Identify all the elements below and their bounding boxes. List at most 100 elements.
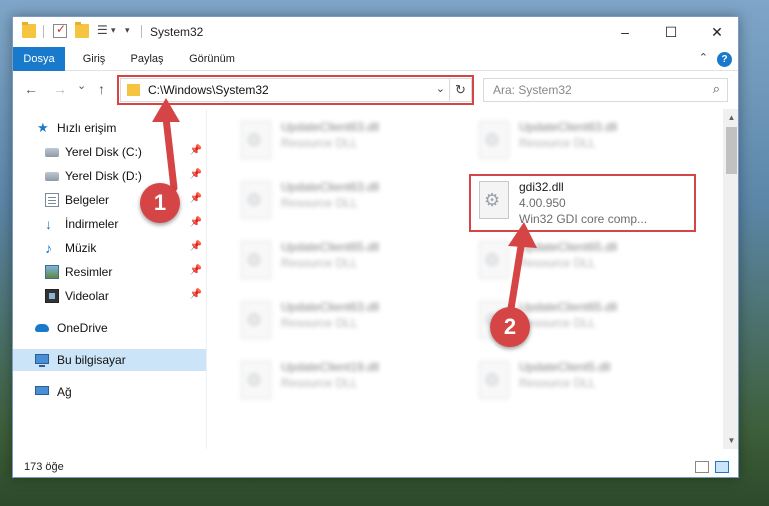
star-icon: ★ (37, 120, 49, 135)
customize-qat-icon[interactable]: ▾ (125, 25, 130, 36)
file-description: Resource DLL (519, 136, 596, 150)
videos-icon (45, 289, 59, 303)
new-folder-icon[interactable] (75, 22, 89, 38)
list-item[interactable]: UpdateClient63.dll Resource DLL (235, 177, 445, 229)
dll-file-icon (241, 241, 271, 279)
ribbon-tabs: Dosya Giriş Paylaş Görünüm ⌃ ? (13, 47, 738, 71)
title-bar: ☰ ▾ ▾ System32 – ☐ ✕ (13, 17, 738, 47)
status-bar: 173 öğe (13, 457, 738, 477)
sidebar-item-this-pc[interactable]: Bu bilgisayar (13, 349, 206, 371)
dll-file-icon (241, 121, 271, 159)
file-name: UpdateClient65.dll (281, 240, 380, 254)
qat-separator (43, 25, 44, 38)
dll-file-icon (479, 121, 509, 159)
sidebar-item-label: Resimler (65, 265, 113, 279)
file-description: Resource DLL (281, 376, 358, 390)
pictures-icon (45, 265, 59, 279)
forward-button[interactable]: → (53, 81, 67, 97)
up-button[interactable]: ↑ (98, 81, 105, 97)
sidebar-item-videos[interactable]: Videolar 📌 (13, 285, 206, 307)
collapse-ribbon-icon[interactable]: ⌃ (699, 51, 708, 64)
list-item[interactable]: UpdateClient5.dll Resource DLL (473, 357, 683, 409)
search-icon[interactable]: ⌕ (713, 81, 720, 97)
sidebar-item-label: İndirmeler (65, 217, 119, 231)
scroll-down-arrow[interactable]: ▼ (723, 432, 738, 449)
rename-icon[interactable]: ☰ (97, 23, 108, 37)
documents-icon (45, 193, 59, 207)
file-description: Resource DLL (519, 376, 596, 390)
pin-icon[interactable]: 📌 (190, 289, 202, 300)
cloud-icon (35, 324, 49, 332)
sidebar-item-disk-d[interactable]: Yerel Disk (D:) 📌 (13, 165, 206, 187)
details-view-icon[interactable] (695, 461, 709, 473)
file-name: UpdateClient63.dll (281, 180, 380, 194)
tab-dosya[interactable]: Dosya (13, 47, 65, 71)
window-title: System32 (150, 25, 204, 39)
search-input[interactable]: Ara: System32 (493, 83, 572, 97)
scrollbar-thumb[interactable] (726, 127, 737, 174)
qat-dropdown-icon[interactable]: ▾ (111, 25, 116, 36)
sidebar-item-network[interactable]: Ağ (13, 381, 206, 403)
sidebar-item-label: Yerel Disk (C:) (65, 145, 142, 159)
file-description: Resource DLL (281, 256, 358, 270)
list-item[interactable]: UpdateClient63.dll Resource DLL (473, 117, 683, 169)
maximize-button[interactable]: ☐ (648, 17, 694, 47)
list-item[interactable]: UpdateClient63.dll Resource DLL (235, 117, 445, 169)
sidebar-item-downloads[interactable]: ↓ İndirmeler 📌 (13, 213, 206, 235)
file-description: Resource DLL (281, 316, 358, 330)
list-item[interactable]: UpdateClient19.dll Resource DLL (235, 357, 445, 409)
network-icon (35, 386, 49, 395)
minimize-button[interactable]: – (602, 17, 648, 47)
properties-icon[interactable] (53, 22, 67, 38)
pin-icon[interactable]: 📌 (190, 145, 202, 156)
file-description: Resource DLL (281, 196, 358, 210)
music-icon: ♪ (45, 240, 52, 256)
sidebar-item-music[interactable]: ♪ Müzik 📌 (13, 237, 206, 259)
large-icons-view-icon[interactable] (715, 461, 729, 473)
pin-icon[interactable]: 📌 (190, 241, 202, 252)
file-name: UpdateClient65.dll (519, 240, 618, 254)
sidebar-item-label: Videolar (65, 289, 109, 303)
list-item[interactable]: UpdateClient65.dll Resource DLL (235, 237, 445, 289)
dll-file-icon (241, 301, 271, 339)
navigation-pane: ★ Hızlı erişim Yerel Disk (C:) 📌 Yerel D… (13, 109, 206, 449)
title-separator (141, 25, 142, 38)
list-item[interactable]: UpdateClient63.dll Resource DLL (235, 297, 445, 349)
file-name: UpdateClient19.dll (281, 360, 380, 374)
pin-icon[interactable]: 📌 (190, 169, 202, 180)
file-description: Resource DLL (519, 316, 596, 330)
pin-icon[interactable]: 📌 (190, 265, 202, 276)
scroll-up-arrow[interactable]: ▲ (723, 109, 738, 126)
back-button[interactable]: ← (24, 81, 38, 97)
sidebar-item-label: Hızlı erişim (57, 121, 117, 135)
sidebar-item-label: Müzik (65, 241, 97, 255)
dll-file-icon (479, 361, 509, 399)
sidebar-item-onedrive[interactable]: OneDrive (13, 317, 206, 339)
tab-gorunum[interactable]: Görünüm (179, 47, 245, 71)
file-name: UpdateClient65.dll (519, 300, 618, 314)
address-highlight-box (117, 75, 474, 105)
pin-icon[interactable]: 📌 (190, 217, 202, 228)
recent-locations-icon[interactable]: ⌄ (77, 79, 86, 92)
file-description: Resource DLL (519, 256, 596, 270)
file-description: Resource DLL (281, 136, 358, 150)
sidebar-item-quick-access[interactable]: ★ Hızlı erişim (13, 117, 206, 139)
vertical-scrollbar[interactable]: ▲ ▼ (723, 109, 738, 449)
computer-icon (35, 354, 49, 367)
list-item[interactable]: UpdateClient65.dll Resource DLL (473, 237, 683, 289)
folder-icon[interactable] (22, 22, 36, 38)
step-2-badge: 2 (490, 307, 530, 347)
help-icon[interactable]: ? (717, 52, 732, 67)
close-button[interactable]: ✕ (694, 17, 738, 47)
sidebar-item-label: OneDrive (57, 321, 108, 335)
pin-icon[interactable]: 📌 (190, 193, 202, 204)
sidebar-item-pictures[interactable]: Resimler 📌 (13, 261, 206, 283)
explorer-window: ☰ ▾ ▾ System32 – ☐ ✕ Dosya Giriş Paylaş … (12, 16, 739, 478)
dll-file-icon (241, 181, 271, 219)
search-box[interactable]: Ara: System32 ⌕ (483, 78, 728, 102)
tab-giris[interactable]: Giriş (71, 47, 117, 71)
step-1-badge: 1 (140, 183, 180, 223)
sidebar-item-label: Belgeler (65, 193, 110, 207)
tab-paylas[interactable]: Paylaş (121, 47, 173, 71)
sidebar-item-disk-c[interactable]: Yerel Disk (C:) 📌 (13, 141, 206, 163)
